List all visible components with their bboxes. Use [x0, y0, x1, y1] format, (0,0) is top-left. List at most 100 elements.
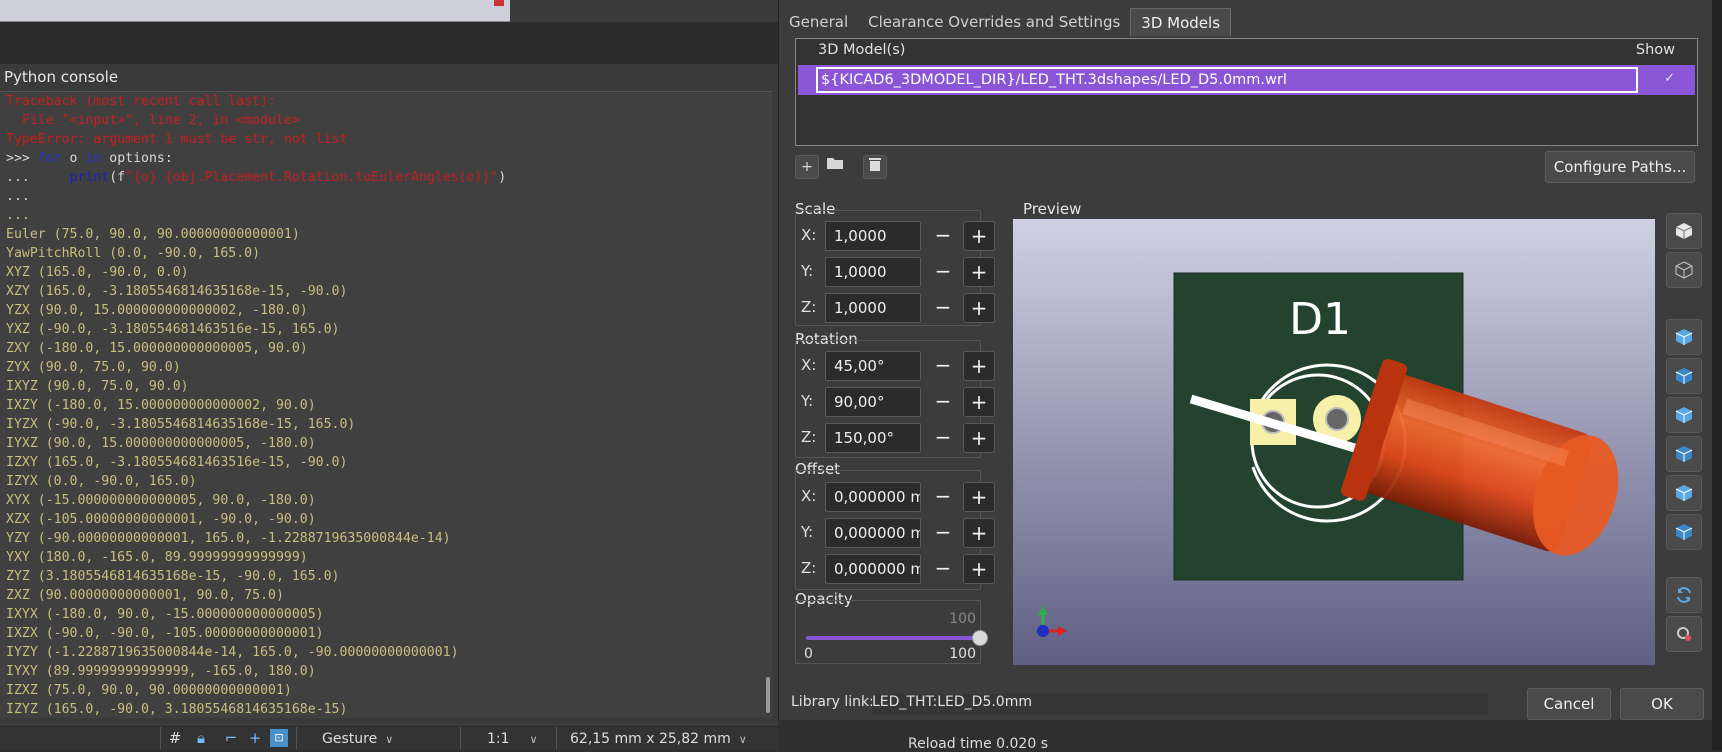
console-scrollbar[interactable] — [766, 677, 770, 713]
scale-x-increment-button[interactable]: + — [963, 221, 995, 251]
rotation-x-increment-button[interactable]: + — [963, 351, 995, 381]
view-front-button[interactable] — [1666, 319, 1702, 355]
axis-label: Z: — [801, 428, 817, 446]
cancel-button[interactable]: Cancel — [1527, 688, 1611, 720]
opacity-slider-handle[interactable] — [972, 630, 988, 646]
console-line: Traceback (most recent call last): — [6, 94, 276, 109]
view-wireframe-button[interactable] — [1666, 252, 1702, 288]
tab-bar: General Clearance Overrides and Settings… — [779, 8, 1232, 36]
view-back-button[interactable] — [1666, 358, 1702, 394]
dimensions-select[interactable]: 62,15 mm x 25,82 mm ∨ — [570, 728, 747, 750]
offset-z-input[interactable]: 0,000000 m — [825, 554, 921, 584]
tab-general[interactable]: General — [779, 8, 858, 36]
table-row[interactable]: ✓ — [798, 65, 1695, 95]
rotation-z-input[interactable]: 150,00° — [825, 423, 921, 453]
cube-top-icon — [1675, 485, 1693, 501]
view-top-button[interactable] — [1666, 475, 1702, 511]
offset-z-decrement-button[interactable]: − — [927, 554, 959, 584]
crosshair-icon[interactable]: + — [246, 729, 264, 747]
console-line: ZXY (-180.0, 15.000000000000005, 90.0) — [6, 341, 308, 356]
marker-icon — [494, 0, 504, 6]
scale-z-input[interactable]: 1,0000 — [825, 293, 921, 323]
rotation-z-increment-button[interactable]: + — [963, 423, 995, 453]
offset-x-increment-button[interactable]: + — [963, 482, 995, 512]
view-right-button[interactable] — [1666, 436, 1702, 472]
rotation-x-decrement-button[interactable]: − — [927, 351, 959, 381]
model-path-input[interactable] — [816, 67, 1638, 93]
offset-y-input[interactable]: 0,000000 m — [825, 518, 921, 548]
offset-y-decrement-button[interactable]: − — [927, 518, 959, 548]
opacity-group: 100 0 100 — [795, 600, 988, 664]
console-title: Python console — [4, 68, 119, 86]
show-checkbox[interactable]: ✓ — [1664, 71, 1675, 86]
configure-paths-button[interactable]: Configure Paths... — [1545, 151, 1695, 183]
scale-z-increment-button[interactable]: + — [963, 293, 995, 323]
view-left-button[interactable] — [1666, 397, 1702, 433]
console-line: ... — [6, 189, 30, 204]
axis-label: Y: — [801, 392, 814, 410]
console-line: YawPitchRoll (0.0, -90.0, 165.0) — [6, 246, 261, 261]
console-token: ... — [6, 170, 70, 185]
rotation-y-input[interactable]: 90,00° — [825, 387, 921, 417]
scale-y-row: Y: 1,0000 − + — [795, 256, 995, 287]
cube-front-icon — [1675, 329, 1693, 345]
console-line: IZYZ (165.0, -90.0, 3.1805546814635168e-… — [6, 702, 348, 717]
console-line: Euler (75.0, 90.0, 90.00000000000001) — [6, 227, 300, 242]
axis-label: X: — [801, 356, 817, 374]
rotation-y-row: Y: 90,00° − + — [795, 386, 995, 417]
snap-icon[interactable]: ⌐ — [222, 729, 240, 747]
reload-button[interactable] — [1666, 577, 1702, 613]
offset-y-increment-button[interactable]: + — [963, 518, 995, 548]
scale-x-input[interactable]: 1,0000 — [825, 221, 921, 251]
lock-icon[interactable]: 🔒︎ — [192, 729, 210, 747]
zoom-select[interactable]: 1:1 ∨ — [487, 728, 538, 750]
navigation-style-select[interactable]: Gesture ∨ — [322, 728, 393, 750]
console-line: ZYX (90.0, 75.0, 90.0) — [6, 360, 181, 375]
console-line: IYXZ (90.0, 15.000000000000005, -180.0) — [6, 436, 316, 451]
console-line: IYZX (-90.0, -3.1805546814635168e-15, 16… — [6, 417, 356, 432]
tab-clearance-overrides[interactable]: Clearance Overrides and Settings — [858, 8, 1130, 36]
rotation-y-increment-button[interactable]: + — [963, 387, 995, 417]
scale-y-increment-button[interactable]: + — [963, 257, 995, 287]
tab-3d-models[interactable]: 3D Models — [1130, 8, 1232, 36]
ok-button[interactable]: OK — [1620, 688, 1704, 720]
3d-models-table: 3D Model(s) Show ✓ — [795, 38, 1698, 146]
console-line: XZX (-105.00000000000001, -90.0, -90.0) — [6, 512, 316, 527]
scale-x-decrement-button[interactable]: − — [927, 221, 959, 251]
console-line: IZXY (165.0, -3.180554681463516e-15, -90… — [6, 455, 348, 470]
view-3d-button[interactable] — [1666, 213, 1702, 249]
offset-z-increment-button[interactable]: + — [963, 554, 995, 584]
folder-icon — [827, 158, 843, 169]
rotation-z-decrement-button[interactable]: − — [927, 423, 959, 453]
cube-bottom-icon — [1675, 524, 1693, 540]
opacity-slider-track[interactable] — [806, 636, 978, 640]
rotation-x-input[interactable]: 45,00° — [825, 351, 921, 381]
add-model-button[interactable]: + — [795, 155, 819, 179]
python-console[interactable]: Traceback (most recent call last): File … — [0, 91, 772, 718]
view-bottom-button[interactable] — [1666, 514, 1702, 550]
scale-z-decrement-button[interactable]: − — [927, 293, 959, 323]
pad-2-hole — [1325, 407, 1349, 431]
top-view-strip — [0, 0, 510, 22]
offset-x-input[interactable]: 0,000000 m — [825, 482, 921, 512]
offset-x-decrement-button[interactable]: − — [927, 482, 959, 512]
console-lines: Traceback (most recent call last): File … — [6, 92, 772, 718]
dimensions-value: 62,15 mm x 25,82 mm — [570, 731, 731, 747]
scale-y-input[interactable]: 1,0000 — [825, 257, 921, 287]
console-line: ZXZ (90.00000000000001, 90.0, 75.0) — [6, 588, 284, 603]
console-line: IZYX (0.0, -90.0, 165.0) — [6, 474, 197, 489]
3d-preview-canvas[interactable]: D1 — [1013, 219, 1655, 665]
scale-y-decrement-button[interactable]: − — [927, 257, 959, 287]
preview-settings-button[interactable] — [1666, 616, 1702, 652]
console-line: XZY (165.0, -3.1805546814635168e-15, -90… — [6, 284, 348, 299]
navigation-style-value: Gesture — [322, 731, 378, 747]
remove-model-button[interactable] — [863, 155, 887, 179]
offset-x-row: X: 0,000000 m − + — [795, 481, 995, 512]
console-line: IYZY (-1.2288719635000844e-14, 165.0, -9… — [6, 645, 459, 660]
grid-icon[interactable]: # — [166, 729, 184, 747]
rotation-y-decrement-button[interactable]: − — [927, 387, 959, 417]
measure-icon[interactable]: ⊡ — [270, 729, 288, 747]
browse-model-button[interactable] — [823, 155, 847, 179]
axis-label: Z: — [801, 559, 817, 577]
axis-gizmo — [1037, 606, 1067, 637]
